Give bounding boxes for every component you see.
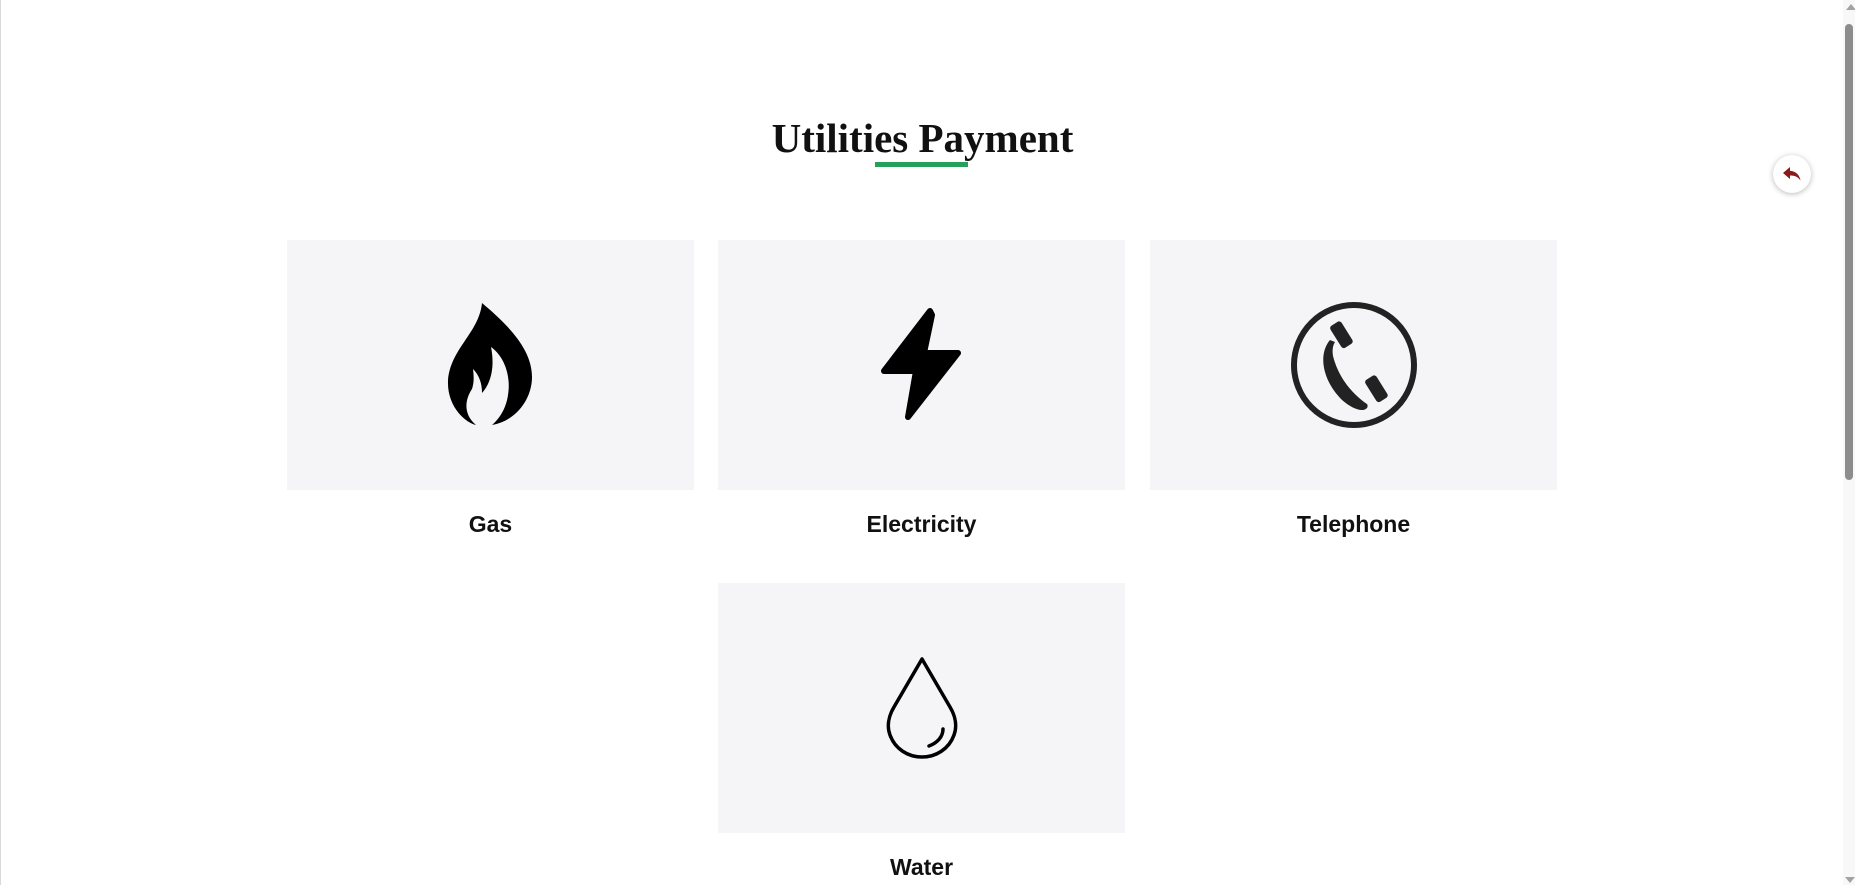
- vertical-scrollbar[interactable]: [1843, 0, 1855, 885]
- reply-arrow-icon: [1783, 167, 1801, 181]
- utility-label: Telephone: [1296, 511, 1411, 537]
- utilities-page: Utilities Payment Gas Electricity Teleph…: [0, 0, 1855, 885]
- utility-label: Water: [889, 854, 954, 880]
- utility-card-image: [718, 583, 1125, 833]
- utility-card-telephone[interactable]: Telephone: [1150, 240, 1557, 538]
- scroll-thumb[interactable]: [1845, 24, 1853, 480]
- utility-card-image: [1150, 240, 1557, 490]
- utility-card-water[interactable]: Water: [718, 583, 1125, 881]
- utility-card-image: [287, 240, 694, 490]
- telephone-icon: [1290, 302, 1417, 428]
- utility-label: Electricity: [866, 511, 977, 537]
- flame-icon: [447, 303, 532, 425]
- utility-card-image: [718, 240, 1125, 490]
- back-button[interactable]: [1773, 155, 1811, 193]
- utility-card-gas[interactable]: Gas: [287, 240, 694, 538]
- title-underline: [875, 162, 968, 167]
- utility-label: Gas: [468, 511, 513, 537]
- water-drop-icon: [886, 657, 957, 759]
- scroll-up-arrow-icon[interactable]: [1846, 4, 1855, 10]
- lightning-bolt-icon: [880, 308, 961, 420]
- page-title: Utilities Payment: [771, 115, 1074, 161]
- scroll-down-arrow-icon[interactable]: [1845, 877, 1855, 883]
- utility-card-electricity[interactable]: Electricity: [718, 240, 1125, 538]
